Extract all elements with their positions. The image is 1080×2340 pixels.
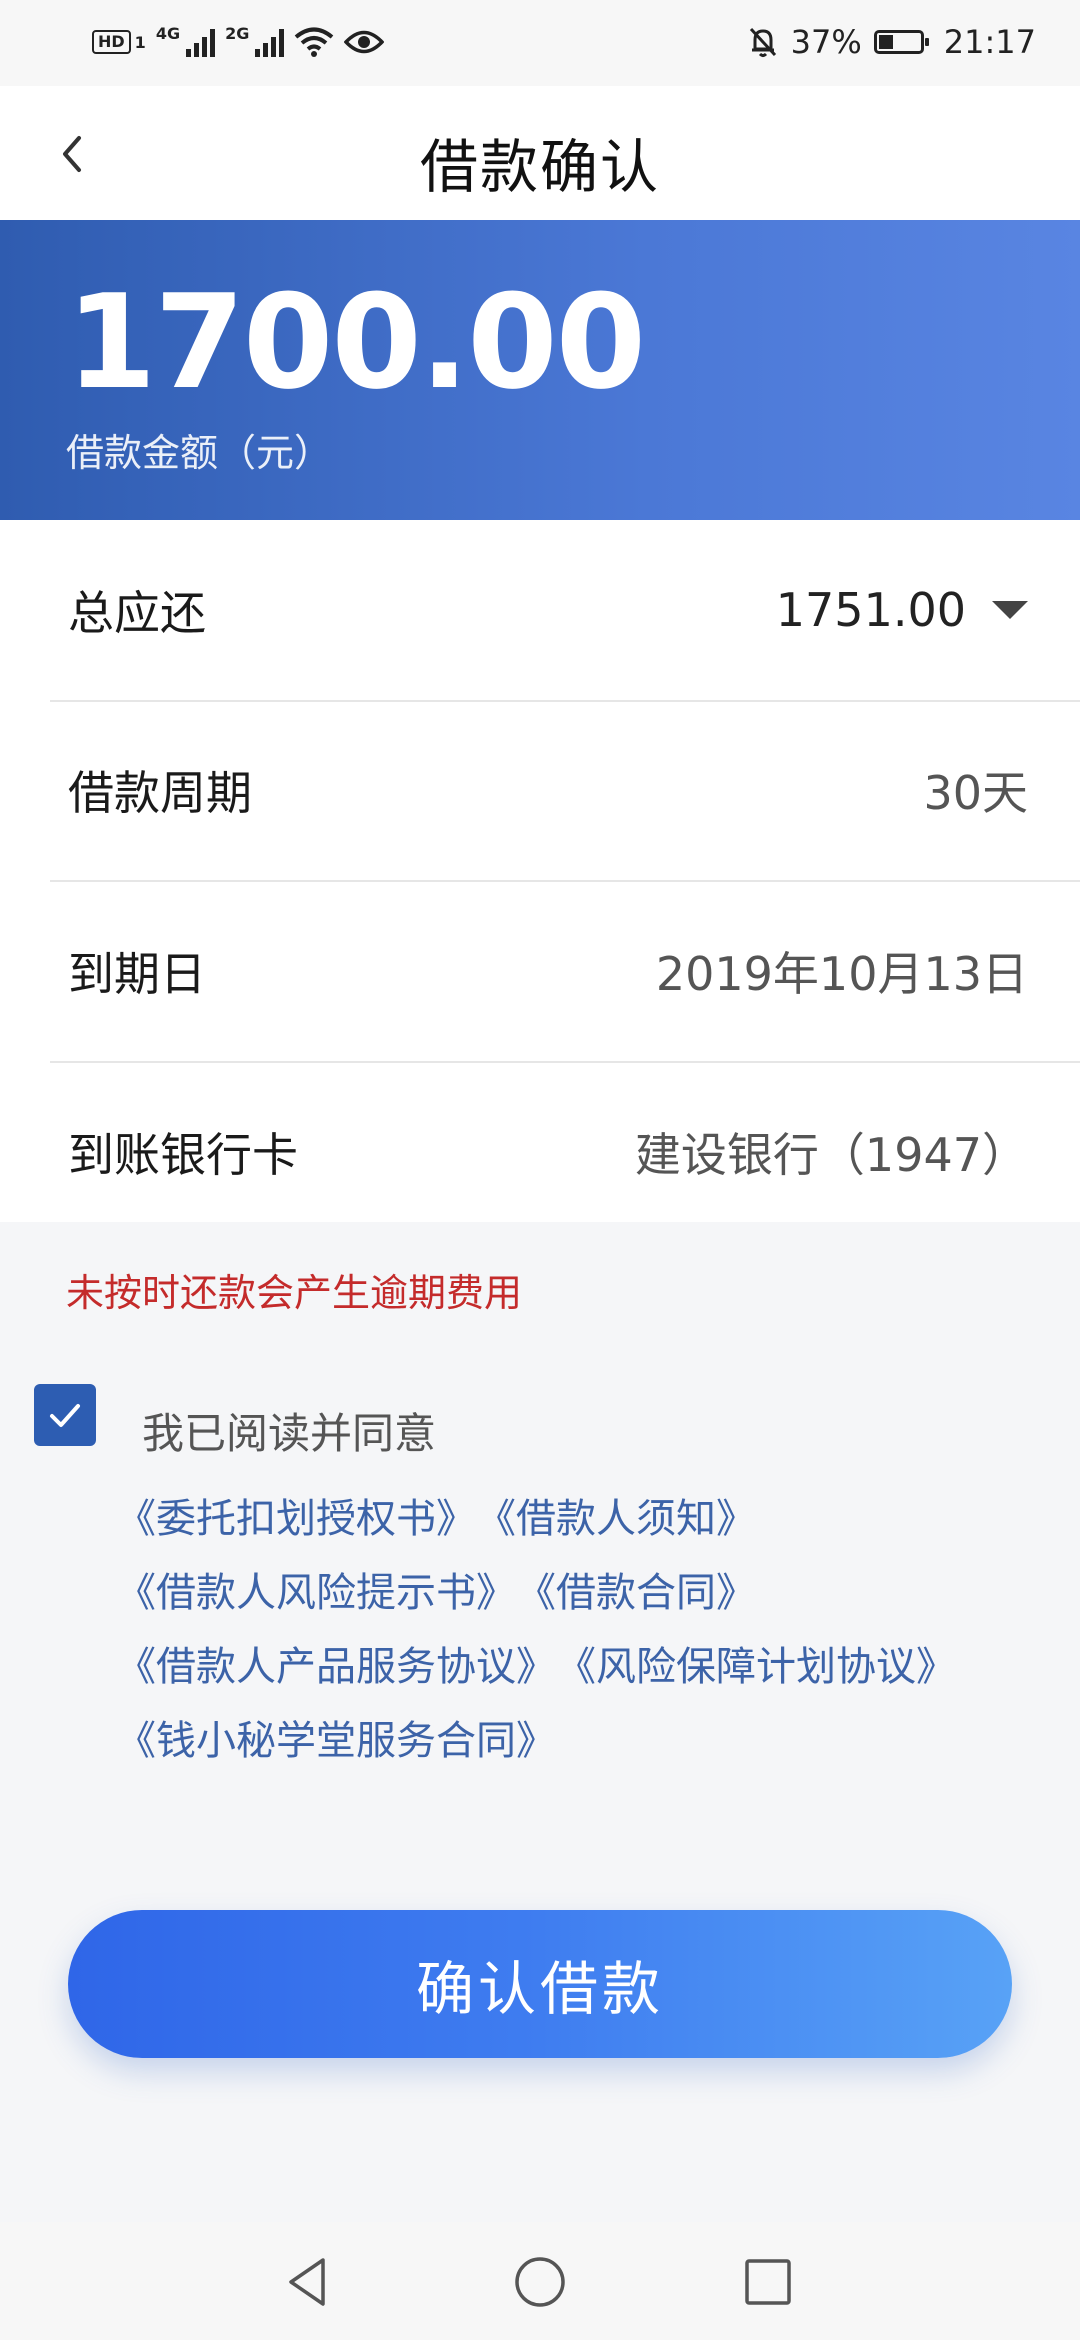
- eye-icon: [344, 30, 385, 54]
- square-recents-icon: [745, 2259, 791, 2305]
- loan-amount-label: 借款金额（元）: [66, 431, 333, 475]
- doc-link-school-service[interactable]: 《钱小秘学堂服务合同》: [116, 1708, 556, 1766]
- signal-strength-icon-2: [255, 27, 285, 57]
- detail-row-due-date: 到期日 2019年10月13日: [50, 881, 1080, 1063]
- status-right: 37% 21:17: [747, 16, 1036, 68]
- checkmark-icon: [50, 1403, 80, 1427]
- detail-value: 2019年10月13日: [655, 947, 1028, 1001]
- network2-label: 2G: [225, 23, 250, 43]
- battery-icon: [873, 30, 929, 54]
- bell-muted-icon: [749, 27, 776, 57]
- sim1-label: 1: [134, 32, 146, 52]
- nav-home-button[interactable]: [510, 2252, 570, 2312]
- doc-line: 《借款人产品服务协议》 《风险保障计划协议》: [116, 1626, 1016, 1700]
- status-left: HD 1 4G 2G: [92, 20, 385, 64]
- detail-label: 到账银行卡: [68, 1128, 298, 1182]
- overdue-warning: 未按时还款会产生逾期费用: [66, 1271, 523, 1315]
- detail-label: 借款周期: [68, 766, 252, 820]
- loan-amount-banner: 1700.00 借款金额（元）: [0, 220, 1080, 520]
- battery-percent: 37%: [790, 23, 862, 61]
- detail-value: 建设银行（1947）: [634, 1128, 1028, 1182]
- doc-link-loan-contract[interactable]: 《借款合同》: [516, 1560, 756, 1618]
- doc-link-authorization[interactable]: 《委托扣划授权书》: [116, 1486, 476, 1544]
- total-repayment-value: 1751.00: [775, 583, 966, 637]
- detail-label: 总应还: [68, 586, 206, 640]
- doc-link-risk-protection[interactable]: 《风险保障计划协议》: [556, 1634, 956, 1692]
- detail-value: 1751.00: [776, 583, 1028, 637]
- caret-down-icon[interactable]: [992, 601, 1028, 619]
- doc-line: 《委托扣划授权书》 《借款人须知》: [116, 1478, 1016, 1552]
- agree-checkbox[interactable]: [34, 1383, 96, 1446]
- app-header: 借款确认: [0, 86, 1080, 220]
- signal-strength-icon-1: [186, 27, 216, 57]
- nav-back-button[interactable]: [278, 2252, 338, 2312]
- clock: 21:17: [943, 23, 1036, 61]
- agree-text: 我已阅读并同意: [142, 1409, 437, 1458]
- detail-value: 30天: [923, 766, 1028, 820]
- detail-row-bank-card: 到账银行卡 建设银行（1947）: [50, 1062, 1080, 1242]
- triangle-back-icon: [289, 2258, 325, 2306]
- agreement-row: 我已阅读并同意: [34, 1368, 436, 1461]
- loan-amount: 1700.00: [66, 266, 646, 418]
- doc-line: 《借款人风险提示书》 《借款合同》: [116, 1552, 1016, 1626]
- loan-detail-list: 总应还 1751.00 借款周期 30天 到期日 2019年10月13日 到账银…: [0, 520, 1080, 1222]
- detail-row-total-repayment[interactable]: 总应还 1751.00: [50, 520, 1080, 702]
- hd-badge: HD: [92, 30, 131, 54]
- network1-label: 4G: [155, 23, 181, 43]
- doc-link-borrower-notice[interactable]: 《借款人须知》: [476, 1486, 756, 1544]
- detail-label: 到期日: [68, 947, 206, 1001]
- doc-link-risk-notice[interactable]: 《借款人风险提示书》: [116, 1560, 516, 1618]
- agreement-documents: 《委托扣划授权书》 《借款人须知》 《借款人风险提示书》 《借款合同》 《借款人…: [116, 1478, 1016, 1774]
- doc-line: 《钱小秘学堂服务合同》: [116, 1700, 1016, 1774]
- doc-link-product-service[interactable]: 《借款人产品服务协议》: [116, 1634, 556, 1692]
- nav-recents-button[interactable]: [738, 2252, 798, 2312]
- status-bar: HD 1 4G 2G 37% 21:17: [0, 0, 1080, 86]
- confirm-loan-button[interactable]: 确认借款: [68, 1910, 1012, 2058]
- detail-row-loan-period: 借款周期 30天: [50, 700, 1080, 882]
- page-title: 借款确认: [419, 133, 660, 201]
- system-nav-bar: [0, 2222, 1080, 2340]
- circle-home-icon: [515, 2257, 565, 2307]
- wifi-icon: [295, 27, 334, 57]
